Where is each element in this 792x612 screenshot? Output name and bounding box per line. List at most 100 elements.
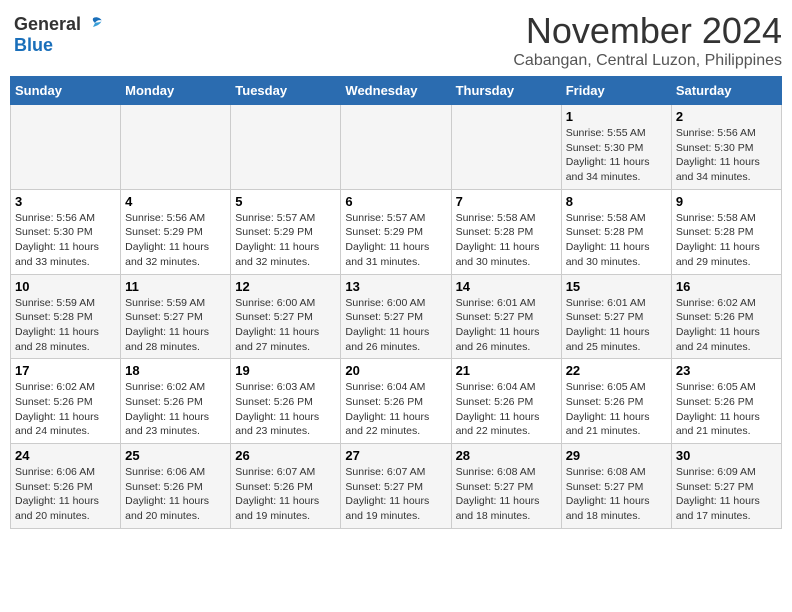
day-info: Sunrise: 6:08 AMSunset: 5:27 PMDaylight:… [456,465,557,524]
day-number: 8 [566,194,667,209]
calendar-cell: 13 Sunrise: 6:00 AMSunset: 5:27 PMDayligh… [341,274,451,359]
calendar-cell: 9Sunrise: 5:58 AMSunset: 5:28 PMDaylight… [671,189,781,274]
day-number: 20 [345,363,446,378]
calendar-cell [341,105,451,190]
calendar-cell: 10 Sunrise: 5:59 AMSunset: 5:28 PMDayligh… [11,274,121,359]
calendar-cell: 20 Sunrise: 6:04 AMSunset: 5:26 PMDayligh… [341,359,451,444]
day-info: Sunrise: 6:01 AMSunset: 5:27 PMDaylight:… [456,296,557,355]
calendar-cell: 8 Sunrise: 5:58 AMSunset: 5:28 PMDaylight… [561,189,671,274]
day-number: 10 [15,279,116,294]
day-info: Sunrise: 6:00 AMSunset: 5:27 PMDaylight:… [345,296,446,355]
day-number: 24 [15,448,116,463]
calendar-cell: 3Sunrise: 5:56 AMSunset: 5:30 PMDaylight… [11,189,121,274]
calendar-cell: 27 Sunrise: 6:07 AMSunset: 5:27 PMDayligh… [341,444,451,529]
day-info: Sunrise: 5:58 AMSunset: 5:28 PMDaylight:… [566,211,667,270]
day-number: 21 [456,363,557,378]
calendar-cell [11,105,121,190]
calendar-cell: 30 Sunrise: 6:09 AMSunset: 5:27 PMDayligh… [671,444,781,529]
logo: General Blue [10,10,107,60]
logo-general-text: General [14,14,81,35]
location-title: Cabangan, Central Luzon, Philippines [513,52,782,70]
calendar-cell: 23Sunrise: 6:05 AMSunset: 5:26 PMDayligh… [671,359,781,444]
calendar-week-row: 3Sunrise: 5:56 AMSunset: 5:30 PMDaylight… [11,189,782,274]
day-header-tuesday: Tuesday [231,77,341,105]
day-number: 26 [235,448,336,463]
day-info: Sunrise: 6:06 AMSunset: 5:26 PMDaylight:… [15,465,116,524]
calendar-cell [451,105,561,190]
calendar-week-row: 1 Sunrise: 5:55 AMSunset: 5:30 PMDaylight… [11,105,782,190]
day-info: Sunrise: 5:57 AMSunset: 5:29 PMDaylight:… [345,211,446,270]
day-info: Sunrise: 5:58 AMSunset: 5:28 PMDaylight:… [456,211,557,270]
day-info: Sunrise: 6:01 AMSunset: 5:27 PMDaylight:… [566,296,667,355]
calendar-cell: 15 Sunrise: 6:01 AMSunset: 5:27 PMDayligh… [561,274,671,359]
day-info: Sunrise: 5:59 AMSunset: 5:28 PMDaylight:… [15,296,116,355]
day-number: 18 [125,363,226,378]
day-number: 28 [456,448,557,463]
day-info: Sunrise: 6:04 AMSunset: 5:26 PMDaylight:… [345,380,446,439]
day-info: Sunrise: 5:56 AMSunset: 5:30 PMDaylight:… [676,126,777,185]
day-number: 7 [456,194,557,209]
calendar-cell: 12Sunrise: 6:00 AMSunset: 5:27 PMDayligh… [231,274,341,359]
day-number: 27 [345,448,446,463]
day-info: Sunrise: 5:55 AMSunset: 5:30 PMDaylight:… [566,126,667,185]
calendar-cell: 22Sunrise: 6:05 AMSunset: 5:26 PMDayligh… [561,359,671,444]
day-number: 17 [15,363,116,378]
day-header-sunday: Sunday [11,77,121,105]
day-number: 13 [345,279,446,294]
calendar-cell: 17 Sunrise: 6:02 AMSunset: 5:26 PMDayligh… [11,359,121,444]
day-number: 2 [676,109,777,124]
day-number: 14 [456,279,557,294]
day-number: 1 [566,109,667,124]
calendar-cell: 16Sunrise: 6:02 AMSunset: 5:26 PMDayligh… [671,274,781,359]
calendar-cell: 4 Sunrise: 5:56 AMSunset: 5:29 PMDaylight… [121,189,231,274]
day-info: Sunrise: 6:02 AMSunset: 5:26 PMDaylight:… [676,296,777,355]
calendar-week-row: 10 Sunrise: 5:59 AMSunset: 5:28 PMDayligh… [11,274,782,359]
calendar-cell: 19 Sunrise: 6:03 AMSunset: 5:26 PMDayligh… [231,359,341,444]
calendar-cell: 1 Sunrise: 5:55 AMSunset: 5:30 PMDaylight… [561,105,671,190]
day-number: 15 [566,279,667,294]
calendar-week-row: 17 Sunrise: 6:02 AMSunset: 5:26 PMDayligh… [11,359,782,444]
calendar-cell [121,105,231,190]
calendar-cell: 6 Sunrise: 5:57 AMSunset: 5:29 PMDaylight… [341,189,451,274]
day-header-thursday: Thursday [451,77,561,105]
calendar-cell: 11Sunrise: 5:59 AMSunset: 5:27 PMDayligh… [121,274,231,359]
day-number: 23 [676,363,777,378]
day-info: Sunrise: 6:07 AMSunset: 5:27 PMDaylight:… [345,465,446,524]
day-info: Sunrise: 6:09 AMSunset: 5:27 PMDaylight:… [676,465,777,524]
day-number: 6 [345,194,446,209]
calendar-cell: 28 Sunrise: 6:08 AMSunset: 5:27 PMDayligh… [451,444,561,529]
calendar-cell: 26 Sunrise: 6:07 AMSunset: 5:26 PMDayligh… [231,444,341,529]
calendar-week-row: 24 Sunrise: 6:06 AMSunset: 5:26 PMDayligh… [11,444,782,529]
calendar-cell [231,105,341,190]
calendar-cell: 14 Sunrise: 6:01 AMSunset: 5:27 PMDayligh… [451,274,561,359]
calendar-cell: 21 Sunrise: 6:04 AMSunset: 5:26 PMDayligh… [451,359,561,444]
day-info: Sunrise: 5:56 AMSunset: 5:29 PMDaylight:… [125,211,226,270]
day-number: 5 [235,194,336,209]
day-info: Sunrise: 6:05 AMSunset: 5:26 PMDaylight:… [566,380,667,439]
calendar-cell: 24 Sunrise: 6:06 AMSunset: 5:26 PMDayligh… [11,444,121,529]
day-number: 4 [125,194,226,209]
day-number: 30 [676,448,777,463]
day-number: 11 [125,279,226,294]
calendar-cell: 18 Sunrise: 6:02 AMSunset: 5:26 PMDayligh… [121,359,231,444]
day-info: Sunrise: 6:04 AMSunset: 5:26 PMDaylight:… [456,380,557,439]
day-info: Sunrise: 6:08 AMSunset: 5:27 PMDaylight:… [566,465,667,524]
calendar-cell: 25Sunrise: 6:06 AMSunset: 5:26 PMDayligh… [121,444,231,529]
day-header-saturday: Saturday [671,77,781,105]
day-info: Sunrise: 6:07 AMSunset: 5:26 PMDaylight:… [235,465,336,524]
calendar-cell: 5 Sunrise: 5:57 AMSunset: 5:29 PMDaylight… [231,189,341,274]
day-info: Sunrise: 5:58 AMSunset: 5:28 PMDaylight:… [676,211,777,270]
day-info: Sunrise: 6:03 AMSunset: 5:26 PMDaylight:… [235,380,336,439]
calendar-cell: 7 Sunrise: 5:58 AMSunset: 5:28 PMDaylight… [451,189,561,274]
day-number: 3 [15,194,116,209]
month-title: November 2024 [513,10,782,52]
page-header: General Blue November 2024 Cabangan, Cen… [10,10,782,70]
day-number: 19 [235,363,336,378]
day-info: Sunrise: 5:57 AMSunset: 5:29 PMDaylight:… [235,211,336,270]
day-header-friday: Friday [561,77,671,105]
day-header-monday: Monday [121,77,231,105]
day-number: 29 [566,448,667,463]
calendar-table: SundayMondayTuesdayWednesdayThursdayFrid… [10,76,782,529]
day-info: Sunrise: 6:02 AMSunset: 5:26 PMDaylight:… [125,380,226,439]
day-info: Sunrise: 6:02 AMSunset: 5:26 PMDaylight:… [15,380,116,439]
